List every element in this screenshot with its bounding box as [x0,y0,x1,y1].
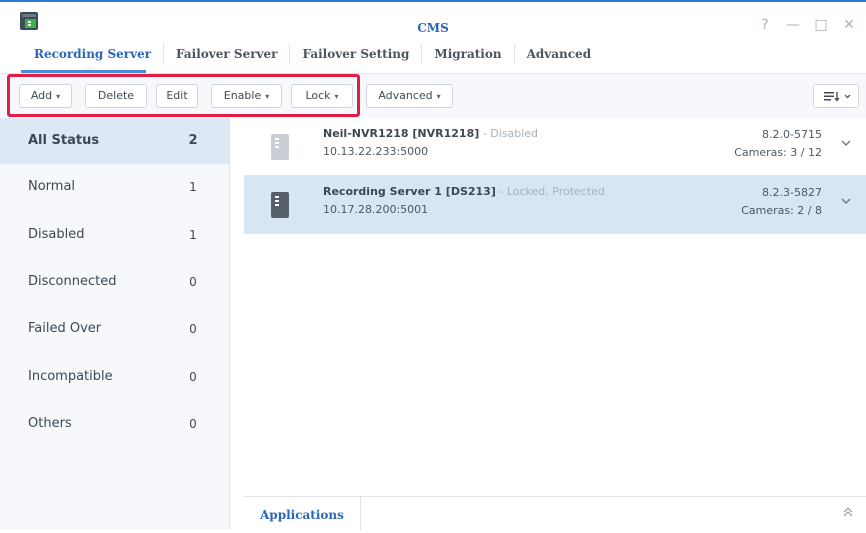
status-filter-incompatible[interactable]: Incompatible 0 [0,354,229,400]
status-filter-count: 0 [189,275,197,289]
applications-tab[interactable]: Applications [244,497,361,530]
title-bar: CMS ? — □ ✕ [0,2,866,40]
advanced-button-label: Advanced [378,89,433,102]
status-filter-label: Disabled [28,227,85,242]
server-row[interactable]: Recording Server 1 [DS213] - Locked, Pro… [244,176,866,234]
server-list-panel: Neil-NVR1218 [NVR1218] - Disabled 10.13.… [230,118,866,529]
toolbar-highlight-annotation [7,74,360,117]
server-name: Recording Server 1 [DS213] [323,185,496,198]
status-filter-count: 2 [188,133,198,148]
server-camera-count: Cameras: 2 / 8 [741,204,822,217]
server-address: 10.17.28.200:5001 [323,203,429,216]
status-filter-panel: All Status 2 Normal 1 Disabled 1 Disconn… [0,118,230,529]
status-filter-disabled[interactable]: Disabled 1 [0,212,229,258]
active-tab-pointer [84,64,96,70]
list-sort-icon [824,92,851,102]
status-filter-label: Normal [28,179,76,194]
window-title: CMS [417,21,449,35]
tab-failover-setting[interactable]: Failover Setting [289,44,421,64]
minimize-icon[interactable]: — [786,18,800,32]
server-camera-count: Cameras: 3 / 12 [734,146,822,159]
server-name-line: Recording Server 1 [DS213] - Locked, Pro… [323,185,605,198]
chevron-down-icon: ▾ [436,92,441,101]
status-filter-count: 1 [189,180,197,194]
status-filter-label: Failed Over [28,321,102,336]
view-options-button[interactable] [813,84,859,108]
server-icon [271,192,289,218]
status-filter-count: 1 [189,228,197,242]
status-filter-disconnected[interactable]: Disconnected 0 [0,259,229,305]
advanced-menu-button[interactable]: Advanced ▾ [366,84,453,108]
server-name: Neil-NVR1218 [NVR1218] [323,127,480,140]
server-version: 8.2.0-5715 [762,128,822,141]
tab-failover-server[interactable]: Failover Server [163,44,289,64]
window-controls: ? — □ ✕ [758,18,856,32]
status-filter-others[interactable]: Others 0 [0,401,229,447]
chevron-down-icon[interactable] [840,195,852,207]
help-icon[interactable]: ? [758,18,772,32]
tab-migration[interactable]: Migration [421,44,513,64]
status-filter-label: All Status [28,133,100,148]
server-version: 8.2.3-5827 [762,186,822,199]
server-name-line: Neil-NVR1218 [NVR1218] - Disabled [323,127,538,140]
expand-up-icon[interactable] [842,505,854,519]
status-filter-normal[interactable]: Normal 1 [0,164,229,210]
status-filter-failed-over[interactable]: Failed Over 0 [0,306,229,352]
close-icon[interactable]: ✕ [842,18,856,32]
status-filter-all[interactable]: All Status 2 [0,118,229,164]
server-state: - Disabled [479,127,539,140]
status-filter-label: Disconnected [28,274,117,289]
status-filter-count: 0 [189,322,197,336]
tab-advanced[interactable]: Advanced [513,44,604,64]
status-filter-label: Others [28,416,72,431]
status-filter-label: Incompatible [28,369,113,384]
maximize-icon[interactable]: □ [814,18,828,32]
server-icon [271,134,289,160]
server-state: - Locked, Protected [495,185,605,198]
chevron-down-icon[interactable] [840,137,852,149]
status-filter-count: 0 [189,370,197,384]
status-filter-count: 0 [189,417,197,431]
tab-recording-server[interactable]: Recording Server [20,44,163,64]
main-tabs: Recording Server Failover Server Failove… [20,40,603,68]
server-row[interactable]: Neil-NVR1218 [NVR1218] - Disabled 10.13.… [244,118,866,176]
server-address: 10.13.22.233:5000 [323,145,429,158]
bottom-panel-bar: Applications [244,496,866,530]
